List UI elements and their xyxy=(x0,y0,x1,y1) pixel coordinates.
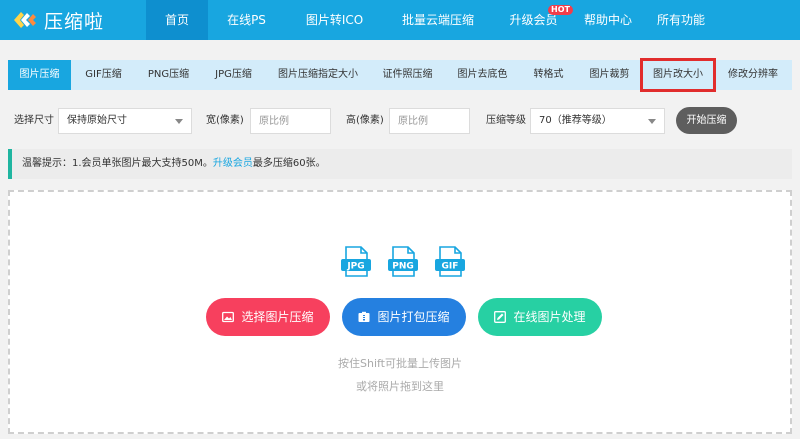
tab-jpg-compress[interactable]: JPG压缩 xyxy=(201,60,266,90)
chevron-down-icon xyxy=(175,119,183,124)
level-select-value: 70（推荐等级） xyxy=(539,115,612,126)
image-icon xyxy=(222,311,235,323)
drag-drop-hint: 或将照片拖到这里 xyxy=(356,380,444,393)
nav-all-functions-label: 所有功能 xyxy=(656,13,705,27)
size-label: 选择尺寸 xyxy=(14,115,54,126)
svg-text:GIF: GIF xyxy=(442,262,459,272)
tab-image-crop[interactable]: 图片裁剪 xyxy=(577,60,642,90)
zip-compress-label: 图片打包压缩 xyxy=(377,310,450,324)
level-select[interactable]: 70（推荐等级） xyxy=(530,108,665,134)
height-label: 高(像素) xyxy=(346,115,384,126)
upgrade-vip-link[interactable]: 升级会员 xyxy=(213,158,253,169)
nav-batch-cloud[interactable]: 批量云端压缩 xyxy=(384,0,492,40)
logo-icon xyxy=(14,12,36,28)
batch-upload-hint: 按住Shift可批量上传图片 xyxy=(337,357,462,370)
jpg-file-icon: JPG xyxy=(340,246,372,278)
nav-batch-cloud-label: 批量云端压缩 xyxy=(401,13,474,27)
online-edit-button[interactable]: 在线图片处理 xyxy=(478,298,602,336)
nav-upgrade-vip-label: 升级会员 xyxy=(509,13,558,27)
nav-all-functions[interactable]: 所有功能 xyxy=(641,0,721,40)
upload-actions: 选择图片压缩 图片打包压缩 在线图片处理 xyxy=(206,298,602,336)
png-file-icon: PNG xyxy=(387,246,419,278)
nav-online-ps[interactable]: 在线PS xyxy=(208,0,285,40)
chevron-down-icon xyxy=(648,119,656,124)
level-label: 压缩等级 xyxy=(486,115,526,126)
notice-text: 温馨提示：1.会员单张图片最大支持50M。 xyxy=(22,158,213,169)
tab-change-resolution[interactable]: 修改分辨率 xyxy=(714,60,792,90)
notice-suffix: 最多压缩60张。 xyxy=(252,158,326,169)
upload-drop-zone[interactable]: JPG PNG GIF 选择图片压缩 图片打包压缩 在线图片处理 按住Shift… xyxy=(8,190,792,434)
nav-help[interactable]: 帮助中心 xyxy=(575,0,641,40)
tab-convert-format[interactable]: 转格式 xyxy=(520,60,577,90)
height-input[interactable] xyxy=(389,108,470,134)
start-compress-button[interactable]: 开始压缩 xyxy=(676,107,737,134)
tool-tabs: 图片压缩 GIF压缩 PNG压缩 JPG压缩 图片压缩指定大小 证件照压缩 图片… xyxy=(8,58,792,92)
size-select[interactable]: 保持原始尺寸 xyxy=(58,108,192,134)
edit-image-icon xyxy=(494,311,507,323)
width-label: 宽(像素) xyxy=(206,115,244,126)
zip-icon xyxy=(358,311,370,322)
nav-to-ico-label: 图片转ICO xyxy=(305,13,364,27)
size-select-value: 保持原始尺寸 xyxy=(67,115,127,126)
main-nav: 首页 在线PS 图片转ICO 批量云端压缩 升级会员 HOT 帮助中心 所有功能 xyxy=(146,0,721,40)
select-images-button[interactable]: 选择图片压缩 xyxy=(206,298,330,336)
svg-text:JPG: JPG xyxy=(346,262,364,272)
tab-compress-to-size[interactable]: 图片压缩指定大小 xyxy=(266,60,370,90)
nav-home[interactable]: 首页 xyxy=(146,0,208,40)
nav-upgrade-vip[interactable]: 升级会员 HOT xyxy=(492,0,575,40)
hot-badge: HOT xyxy=(548,5,573,15)
tab-png-compress[interactable]: PNG压缩 xyxy=(136,60,201,90)
format-icons: JPG PNG GIF xyxy=(340,246,466,278)
width-input[interactable] xyxy=(250,108,331,134)
svg-text:PNG: PNG xyxy=(392,262,414,272)
nav-home-label: 首页 xyxy=(164,13,189,27)
logo-text: 压缩啦 xyxy=(44,10,105,33)
nav-help-label: 帮助中心 xyxy=(583,13,632,27)
select-images-label: 选择图片压缩 xyxy=(241,310,314,324)
tab-image-compress[interactable]: 图片压缩 xyxy=(8,60,71,90)
gif-file-icon: GIF xyxy=(434,246,466,278)
tab-id-photo-compress[interactable]: 证件照压缩 xyxy=(370,60,445,90)
online-edit-label: 在线图片处理 xyxy=(513,310,586,324)
notice-bar: 温馨提示：1.会员单张图片最大支持50M。升级会员最多压缩60张。 xyxy=(8,149,792,179)
tab-remove-background[interactable]: 图片去底色 xyxy=(445,60,520,90)
tab-gif-compress[interactable]: GIF压缩 xyxy=(71,60,136,90)
nav-to-ico[interactable]: 图片转ICO xyxy=(285,0,384,40)
zip-compress-button[interactable]: 图片打包压缩 xyxy=(342,298,466,336)
top-nav-bar: 压缩啦 首页 在线PS 图片转ICO 批量云端压缩 升级会员 HOT 帮助中心 … xyxy=(0,0,800,40)
nav-online-ps-label: 在线PS xyxy=(227,13,266,27)
logo[interactable]: 压缩啦 xyxy=(12,6,104,34)
compress-options: 选择尺寸 保持原始尺寸 宽(像素) 高(像素) 压缩等级 70（推荐等级） 开始… xyxy=(0,107,800,134)
tab-image-resize[interactable]: 图片改大小 xyxy=(640,58,716,92)
